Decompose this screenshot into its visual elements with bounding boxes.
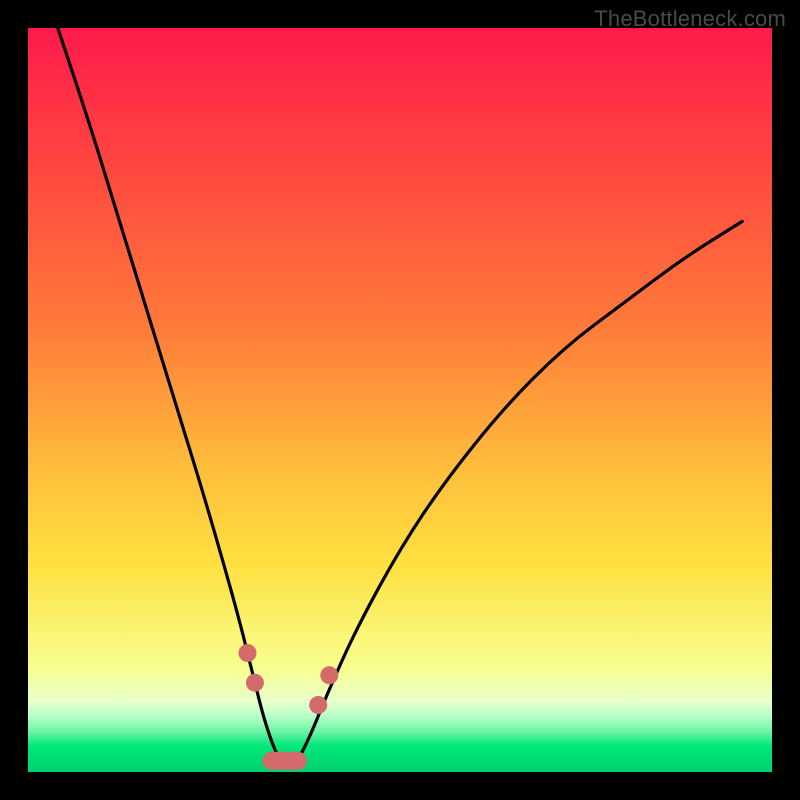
minimum-marker bbox=[262, 752, 307, 770]
chart-frame: TheBottleneck.com bbox=[0, 0, 800, 800]
curve-marker-3 bbox=[320, 666, 338, 684]
curve-marker-0 bbox=[239, 644, 257, 662]
plot-area bbox=[28, 28, 772, 772]
chart-svg bbox=[28, 28, 772, 772]
watermark-text: TheBottleneck.com bbox=[594, 6, 786, 32]
curve-marker-1 bbox=[246, 674, 264, 692]
gradient-bg bbox=[28, 28, 772, 772]
curve-marker-2 bbox=[309, 696, 327, 714]
